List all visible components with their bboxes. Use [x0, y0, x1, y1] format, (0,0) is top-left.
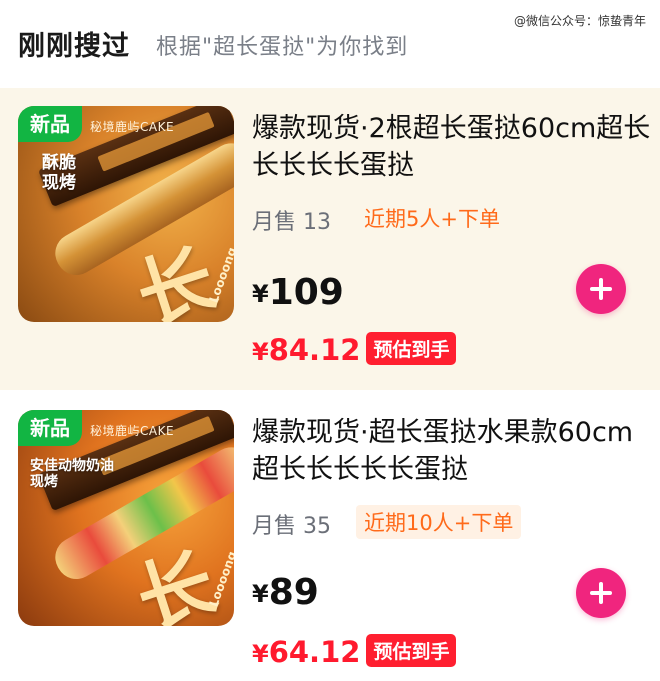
- watermark: @微信公众号：惊蛰青年: [513, 14, 646, 28]
- price-value: 109: [268, 272, 344, 313]
- section-header: 刚刚搜过 根据"超长蛋挞"为你找到 @微信公众号：惊蛰青年: [0, 0, 660, 88]
- product-name[interactable]: 爆款现货·2根超长蛋挞60cm超长长长长长蛋挞: [252, 110, 652, 184]
- monthly-sales: 月售 35: [252, 514, 331, 539]
- image-promo-text: 酥脆 现烤: [42, 153, 76, 193]
- estimated-price-tag: 预估到手: [366, 634, 457, 667]
- price: ¥89: [252, 572, 319, 613]
- add-to-cart-button[interactable]: [576, 264, 626, 314]
- section-subtitle: 根据"超长蛋挞"为你找到: [156, 35, 409, 60]
- product-info: 爆款现货·超长蛋挞水果款60cm超长长长长长蛋挞 月售 35 近期10人+下单 …: [252, 392, 650, 681]
- product-info: 爆款现货·2根超长蛋挞60cm超长长长长长蛋挞 月售 13 近期5人+下单 ¥1…: [252, 88, 650, 390]
- monthly-sales: 月售 13: [252, 210, 331, 235]
- currency-symbol: ¥: [252, 580, 269, 608]
- product-card[interactable]: 长 Loooong 秘境鹿屿CAKE 安佳动物奶油 现烤 新品 爆款现货·超长蛋…: [0, 392, 660, 681]
- add-to-cart-button[interactable]: [576, 568, 626, 618]
- currency-symbol: ¥: [252, 640, 269, 668]
- promo-line: 现烤: [42, 172, 76, 193]
- image-brand-text: 秘境鹿屿CAKE: [90, 424, 175, 438]
- price: ¥109: [252, 272, 344, 313]
- recent-orders: 近期5人+下单: [364, 207, 500, 231]
- image-promo-text: 安佳动物奶油 现烤: [30, 458, 114, 490]
- estimated-price-value: 64.12: [268, 635, 361, 669]
- image-brand-text: 秘境鹿屿CAKE: [90, 120, 175, 134]
- product-image[interactable]: 长 Loooong 秘境鹿屿CAKE 酥脆 现烤 新品: [18, 106, 234, 322]
- promo-line: 现烤: [30, 474, 58, 491]
- estimated-price-value: 84.12: [268, 333, 361, 367]
- promo-line: 安佳动物奶油: [30, 458, 114, 474]
- new-badge: 新品: [18, 106, 82, 142]
- new-badge: 新品: [18, 410, 82, 446]
- product-card[interactable]: 长 Loooong 秘境鹿屿CAKE 酥脆 现烤 新品 爆款现货·2根超长蛋挞6…: [0, 88, 660, 390]
- recent-orders: 近期10人+下单: [356, 505, 522, 539]
- section-title: 刚刚搜过: [18, 31, 130, 62]
- price-value: 89: [268, 572, 319, 613]
- currency-symbol: ¥: [252, 280, 269, 308]
- currency-symbol: ¥: [252, 338, 269, 366]
- estimated-price: ¥64.12 预估到手: [252, 634, 457, 669]
- estimated-price-tag: 预估到手: [366, 332, 457, 365]
- estimated-price: ¥84.12 预估到手: [252, 332, 457, 367]
- product-image[interactable]: 长 Loooong 秘境鹿屿CAKE 安佳动物奶油 现烤 新品: [18, 410, 234, 626]
- promo-line: 酥脆: [42, 153, 76, 173]
- product-name[interactable]: 爆款现货·超长蛋挞水果款60cm超长长长长长蛋挞: [252, 414, 652, 488]
